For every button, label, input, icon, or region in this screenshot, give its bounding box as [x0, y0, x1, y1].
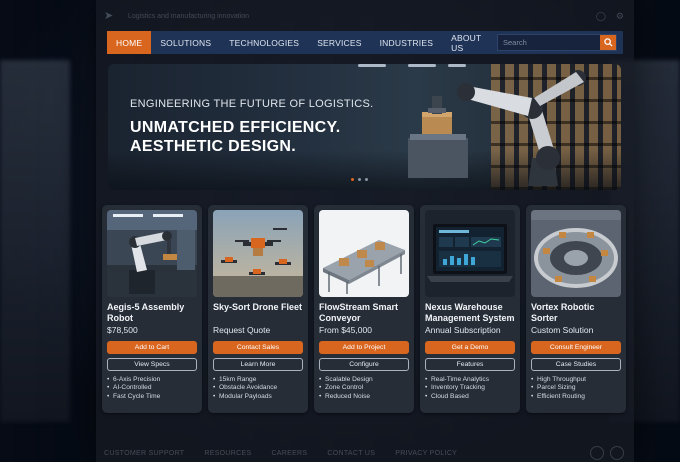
- product-name[interactable]: Aegis-5 Assembly Robot: [107, 302, 197, 324]
- nav-item-services[interactable]: SERVICES: [308, 31, 370, 54]
- main-nav: HOME SOLUTIONS TECHNOLOGIES SERVICES IND…: [107, 31, 623, 54]
- product-cards: Aegis-5 Assembly Robot $78,500 Add to Ca…: [102, 205, 628, 413]
- feature-item: Scalable Design: [319, 376, 409, 385]
- drone-icon[interactable]: [213, 210, 303, 297]
- add-to-project-button[interactable]: Add to Project: [319, 341, 409, 354]
- carousel-dot[interactable]: [358, 178, 361, 181]
- product-name[interactable]: Nexus Warehouse Management System: [425, 302, 515, 324]
- feature-item: Reduced Noise: [319, 393, 409, 402]
- nav-item-industries[interactable]: INDUSTRIES: [371, 31, 442, 54]
- feature-item: Cloud Based: [425, 393, 515, 402]
- product-card-nexus: Nexus Warehouse Management System Annual…: [420, 205, 520, 413]
- product-name[interactable]: Sky-Sort Drone Fleet: [213, 302, 303, 324]
- search-input[interactable]: [498, 35, 600, 50]
- conveyor-icon[interactable]: [319, 210, 409, 297]
- add-to-cart-button[interactable]: Add to Cart: [107, 341, 197, 354]
- search-box: [497, 34, 617, 51]
- feature-item: Modular Payloads: [213, 393, 303, 402]
- product-price: $78,500: [107, 325, 138, 335]
- site-tagline: Logistics and manufacturing innovation: [128, 12, 250, 20]
- feature-item: Parcel Sizing: [531, 384, 621, 393]
- feature-item: Inventory Tracking: [425, 384, 515, 393]
- product-card-vortex: Vortex Robotic Sorter Custom Solution Co…: [526, 205, 626, 413]
- feature-item: 15km Range: [213, 376, 303, 385]
- product-card-flowstream: FlowStream Smart Conveyor From $45,000 A…: [314, 205, 414, 413]
- hero-eyebrow: ENGINEERING THE FUTURE OF LOGISTICS.: [130, 98, 374, 110]
- logo-icon[interactable]: ➤: [104, 10, 118, 22]
- feature-list: 6-Axis Precision AI-Controlled Fast Cycl…: [107, 376, 197, 402]
- product-card-aegis: Aegis-5 Assembly Robot $78,500 Add to Ca…: [102, 205, 202, 413]
- footer-link-privacy-policy[interactable]: PRIVACY POLICY: [395, 450, 457, 457]
- feature-item: Efficient Routing: [531, 393, 621, 402]
- feature-item: Obstacle Avoidance: [213, 384, 303, 393]
- features-button[interactable]: Features: [425, 358, 515, 371]
- get-a-demo-button[interactable]: Get a Demo: [425, 341, 515, 354]
- robot-arm-hero-image: [408, 70, 586, 186]
- feature-item: AI-Controlled: [107, 384, 197, 393]
- cart-icon[interactable]: ⚙: [616, 11, 624, 22]
- sorter-icon[interactable]: [531, 210, 621, 297]
- footer-link-contact-us[interactable]: CONTACT US: [327, 450, 375, 457]
- social-links: [590, 446, 624, 460]
- footer-link-customer-support[interactable]: CUSTOMER SUPPORT: [104, 450, 184, 457]
- social-icon[interactable]: [590, 446, 604, 460]
- product-price: Request Quote: [213, 325, 271, 335]
- contact-sales-button[interactable]: Contact Sales: [213, 341, 303, 354]
- feature-item: Fast Cycle Time: [107, 393, 197, 402]
- header-icons: ◯ ⚙: [596, 11, 624, 22]
- robot-arm-icon[interactable]: [107, 210, 197, 297]
- product-price: Custom Solution: [531, 325, 594, 335]
- carousel-dot[interactable]: [351, 178, 354, 181]
- nav-item-solutions[interactable]: SOLUTIONS: [151, 31, 220, 54]
- search-icon: [603, 38, 613, 47]
- search-button[interactable]: [600, 35, 616, 50]
- nav-item-technologies[interactable]: TECHNOLOGIES: [220, 31, 308, 54]
- feature-list: High Throughput Parcel Sizing Efficient …: [531, 376, 621, 402]
- hero-banner[interactable]: ENGINEERING THE FUTURE OF LOGISTICS. UNM…: [108, 64, 621, 190]
- background-shelf-left: [0, 60, 70, 422]
- user-icon[interactable]: ◯: [596, 11, 606, 22]
- product-price: From $45,000: [319, 325, 372, 335]
- footer-link-careers[interactable]: CAREERS: [271, 450, 307, 457]
- top-bar: ➤ Logistics and manufacturing innovation…: [104, 6, 624, 26]
- social-icon[interactable]: [610, 446, 624, 460]
- footer: CUSTOMER SUPPORT RESOURCES CAREERS CONTA…: [104, 446, 624, 460]
- feature-item: 6-Axis Precision: [107, 376, 197, 385]
- carousel-dots: [351, 178, 368, 181]
- feature-list: 15km Range Obstacle Avoidance Modular Pa…: [213, 376, 303, 402]
- nav-item-about-us[interactable]: ABOUT US: [442, 31, 497, 54]
- product-price: Annual Subscription: [425, 325, 501, 335]
- website-page: ➤ Logistics and manufacturing innovation…: [96, 0, 634, 462]
- feature-list: Real-Time Analytics Inventory Tracking C…: [425, 376, 515, 402]
- feature-item: Real-Time Analytics: [425, 376, 515, 385]
- nav-item-home[interactable]: HOME: [107, 31, 152, 54]
- feature-item: Zone Control: [319, 384, 409, 393]
- feature-item: High Throughput: [531, 376, 621, 385]
- hero-title: UNMATCHED EFFICIENCY. AESTHETIC DESIGN.: [130, 119, 341, 155]
- carousel-dot[interactable]: [365, 178, 368, 181]
- product-name[interactable]: FlowStream Smart Conveyor: [319, 302, 409, 324]
- learn-more-button[interactable]: Learn More: [213, 358, 303, 371]
- laptop-dashboard-icon[interactable]: [425, 210, 515, 297]
- consult-engineer-button[interactable]: Consult Engineer: [531, 341, 621, 354]
- product-name[interactable]: Vortex Robotic Sorter: [531, 302, 621, 324]
- product-card-skysort: Sky-Sort Drone Fleet Request Quote Conta…: [208, 205, 308, 413]
- case-studies-button[interactable]: Case Studies: [531, 358, 621, 371]
- view-specs-button[interactable]: View Specs: [107, 358, 197, 371]
- footer-link-resources[interactable]: RESOURCES: [204, 450, 251, 457]
- feature-list: Scalable Design Zone Control Reduced Noi…: [319, 376, 409, 402]
- configure-button[interactable]: Configure: [319, 358, 409, 371]
